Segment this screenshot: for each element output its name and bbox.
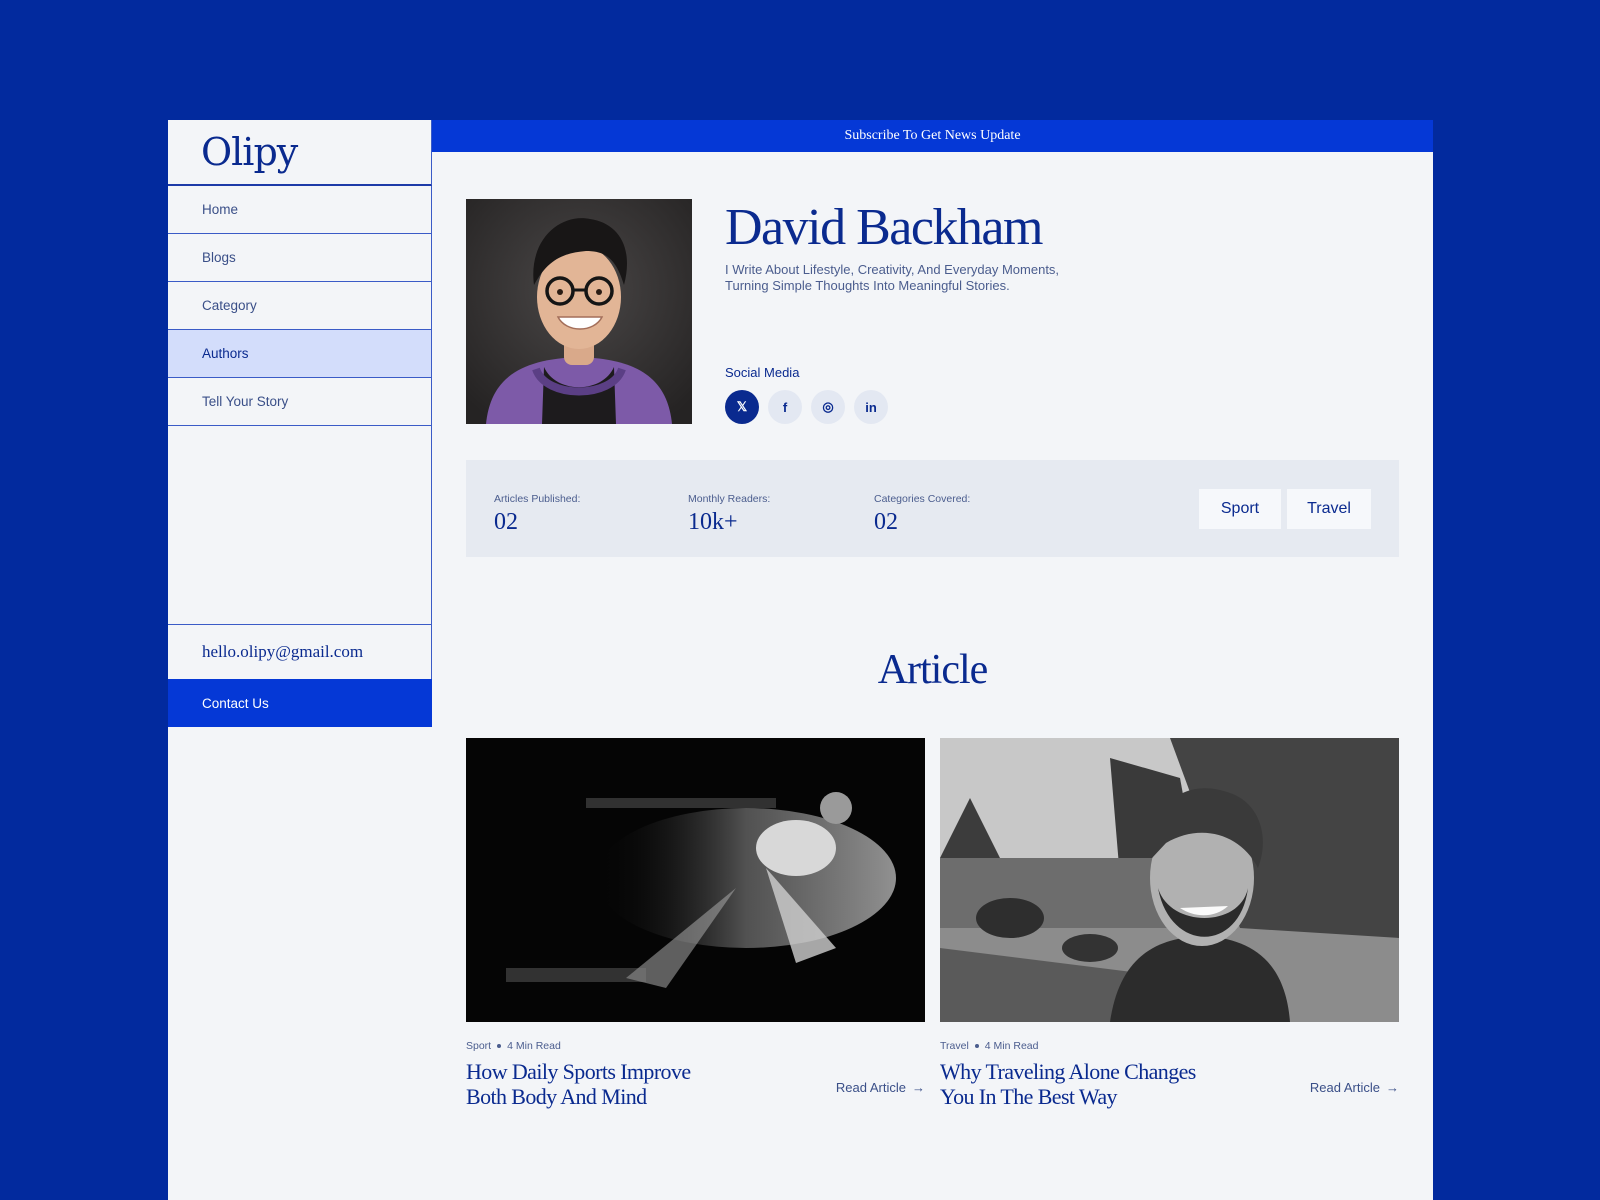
stat-label: Monthly Readers: xyxy=(688,493,771,505)
article-category: Sport xyxy=(466,1040,492,1052)
sidebar-item-label: Blogs xyxy=(202,250,236,265)
logo-container[interactable]: Olipy xyxy=(168,120,432,186)
social-links: 𝕏 f ◎ in xyxy=(725,390,888,424)
sidebar: Olipy Home Blogs Category Authors Tell Y… xyxy=(168,120,432,1200)
sidebar-item-label: Tell Your Story xyxy=(202,394,289,409)
stat-categories-covered: Categories Covered: 02 xyxy=(874,493,970,536)
sidebar-item-label: Category xyxy=(202,298,257,313)
logo[interactable]: Olipy xyxy=(201,130,298,174)
article-title[interactable]: How Daily Sports Improve Both Body And M… xyxy=(466,1059,726,1109)
article-read-time: 4 Min Read xyxy=(984,1040,1039,1052)
sidebar-item-label: Authors xyxy=(202,346,249,361)
sidebar-item-label: Home xyxy=(202,202,239,217)
article-read-time: 4 Min Read xyxy=(507,1040,561,1052)
article-card-travel[interactable]: Travel 4 Min Read Why Traveling Alone Ch… xyxy=(940,738,1399,1109)
arrow-right-icon: → xyxy=(912,1080,925,1095)
author-bio: I Write About Lifestyle, Creativity, And… xyxy=(725,262,1060,293)
subscribe-banner[interactable]: Subscribe To Get News Update xyxy=(432,120,1433,152)
stat-value: 02 xyxy=(494,509,518,535)
stat-value: 02 xyxy=(874,509,898,535)
dot-separator xyxy=(497,1044,502,1048)
linkedin-icon[interactable]: in xyxy=(854,390,888,424)
contact-us-button[interactable]: Contact Us xyxy=(168,679,432,727)
read-article-link[interactable]: Read Article → xyxy=(836,1080,925,1095)
social-media-label: Social Media xyxy=(725,365,800,380)
dot-separator xyxy=(974,1044,979,1048)
sidebar-item-blogs[interactable]: Blogs xyxy=(168,234,432,282)
article-card-sport[interactable]: Sport 4 Min Read How Daily Sports Improv… xyxy=(466,738,925,1109)
stat-label: Articles Published: xyxy=(494,493,581,505)
articles-section-title: Article xyxy=(877,647,989,693)
article-image[interactable] xyxy=(466,738,925,1022)
sidebar-item-category[interactable]: Category xyxy=(168,282,432,330)
stat-monthly-readers: Monthly Readers: 10k+ xyxy=(688,493,770,536)
sidebar-item-home[interactable]: Home xyxy=(168,186,432,234)
sidebar-item-tell-your-story[interactable]: Tell Your Story xyxy=(168,378,432,426)
sidebar-item-authors[interactable]: Authors xyxy=(168,330,432,378)
article-meta: Sport 4 Min Read xyxy=(466,1040,925,1052)
x-icon[interactable]: 𝕏 xyxy=(725,390,759,424)
article-category: Travel xyxy=(940,1040,969,1052)
contact-us-label: Contact Us xyxy=(202,695,269,711)
stat-label: Categories Covered: xyxy=(874,493,971,505)
read-article-label: Read Article xyxy=(1309,1080,1380,1095)
page-frame: Olipy Home Blogs Category Authors Tell Y… xyxy=(168,120,1433,1200)
stat-articles-published: Articles Published: 02 xyxy=(494,493,580,536)
instagram-icon[interactable]: ◎ xyxy=(811,390,845,424)
contact-email[interactable]: hello.olipy@gmail.com xyxy=(168,625,432,679)
author-portrait-illustration xyxy=(466,199,692,424)
subscribe-banner-text: Subscribe To Get News Update xyxy=(844,128,1021,143)
article-meta: Travel 4 Min Read xyxy=(940,1040,1399,1052)
author-stats-panel: Articles Published: 02 Monthly Readers: … xyxy=(466,460,1399,557)
article-image[interactable] xyxy=(940,738,1399,1022)
facebook-icon[interactable]: f xyxy=(768,390,802,424)
sport-runner-image xyxy=(466,738,925,1022)
main-content: Subscribe To Get News Update David Backh… xyxy=(432,120,1433,1200)
sidebar-spacer xyxy=(168,426,432,625)
tag-travel[interactable]: Travel xyxy=(1287,489,1371,529)
author-name: David Backham xyxy=(725,199,1043,256)
stat-value: 10k+ xyxy=(688,509,738,535)
author-photo xyxy=(466,199,692,424)
read-article-label: Read Article xyxy=(835,1080,906,1095)
article-title[interactable]: Why Traveling Alone Changes You In The B… xyxy=(940,1059,1200,1109)
arrow-right-icon: → xyxy=(1386,1080,1399,1095)
read-article-link[interactable]: Read Article → xyxy=(1310,1080,1399,1095)
travel-selfie-image xyxy=(940,738,1399,1022)
tag-sport[interactable]: Sport xyxy=(1199,489,1281,529)
